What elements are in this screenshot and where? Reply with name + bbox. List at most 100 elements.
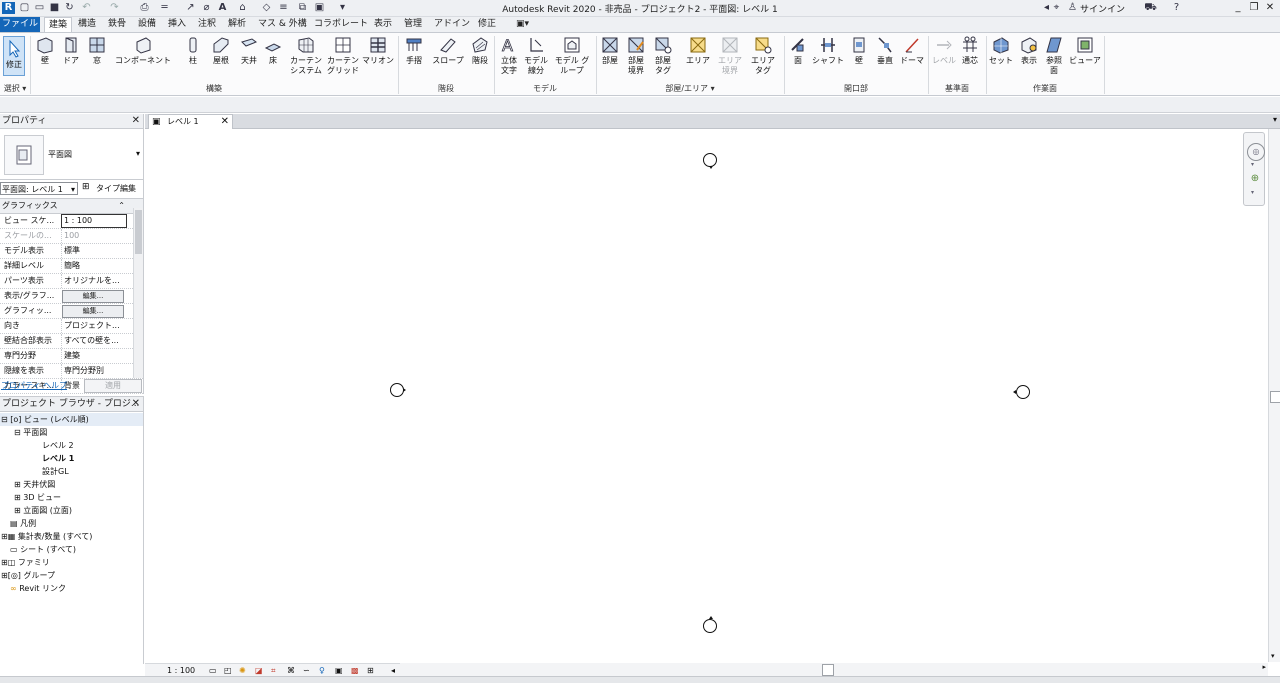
vg-overrides-edit-button[interactable]: 編集... (62, 290, 124, 303)
customize-qat-icon[interactable]: ▾ (336, 2, 349, 14)
chevron-down-icon[interactable]: ▾ (136, 149, 140, 158)
drawing-canvas[interactable] (145, 129, 1268, 662)
room-separator-tool[interactable]: 部屋 境界 (624, 36, 648, 82)
floor-tool[interactable]: 床 (262, 36, 284, 82)
shaft-tool[interactable]: シャフト (810, 36, 846, 82)
expand-icon[interactable]: ⊞ (14, 506, 21, 515)
restore-button[interactable]: ❐ (1246, 1, 1262, 15)
tab-manage[interactable]: 管理 (400, 17, 426, 32)
modify-button[interactable]: 修正 (3, 36, 25, 76)
stair-tool[interactable]: 階段 (468, 36, 492, 82)
vertical-scrollbar[interactable]: ▾ (1268, 129, 1280, 662)
grid-tool[interactable]: 通芯 (958, 36, 982, 82)
minimize-button[interactable]: _ (1230, 1, 1246, 15)
show-work-plane-tool[interactable]: 表示 (1016, 36, 1042, 82)
3d-view-icon[interactable]: ⌂ (236, 2, 249, 14)
aligned-dimension-icon[interactable]: ↗ (184, 2, 197, 14)
railing-tool[interactable]: 手摺 (402, 36, 426, 82)
cart-icon[interactable]: ⛟ (1144, 2, 1157, 14)
tab-file[interactable]: ファイル (0, 17, 40, 32)
section-icon[interactable]: ◇ (260, 2, 273, 14)
tree-node-families[interactable]: ⊞◫ ファミリ (0, 556, 143, 569)
scroll-thumb[interactable] (1270, 391, 1280, 403)
tree-node-groups[interactable]: ⊞[◎] グループ (0, 569, 143, 582)
text-icon[interactable]: A (216, 2, 229, 14)
view-tab-level-1[interactable]: ▣ レベル 1 ✕ (148, 114, 233, 129)
redo-icon[interactable]: ↷ (108, 2, 121, 14)
new-file-icon[interactable]: ▢ (18, 2, 31, 14)
revit-logo-icon[interactable]: R (2, 2, 15, 14)
table-row[interactable]: 壁結合部表示 すべての壁を... (0, 334, 143, 349)
tree-node-floor-plans[interactable]: ⊟ 平面図 (0, 426, 143, 439)
tree-node-legends[interactable]: ▤ 凡例 (0, 517, 143, 530)
tab-collaborate[interactable]: コラボレート (310, 17, 372, 32)
close-icon[interactable]: ✕ (132, 114, 140, 128)
tab-analyze[interactable]: 解析 (224, 17, 250, 32)
wall-opening-tool[interactable]: 壁 (848, 36, 870, 82)
set-work-plane-tool[interactable]: セット (988, 36, 1014, 82)
dormer-tool[interactable]: ドーマ (898, 36, 926, 82)
tree-item-level-2[interactable]: レベル 2 (0, 439, 143, 452)
column-tool[interactable]: 柱 (182, 36, 204, 82)
wall-tool[interactable]: 壁 (34, 36, 56, 82)
elevation-marker-west-icon[interactable] (390, 383, 406, 397)
curtain-grid-tool[interactable]: カーテン グリッド (326, 36, 360, 82)
area-boundary-tool[interactable]: エリア 境界 (716, 36, 744, 82)
undo-icon[interactable]: ↶ (80, 2, 93, 14)
table-row[interactable]: パーツ表示 オリジナルを... (0, 274, 143, 289)
close-icon[interactable]: ✕ (132, 397, 140, 411)
expand-icon[interactable]: ⊞ (1, 558, 8, 567)
reference-plane-tool[interactable]: 参照 面 (1042, 36, 1066, 82)
close-hidden-icon[interactable]: ⧉ (296, 2, 309, 14)
expand-icon[interactable]: ⊞ (14, 480, 21, 489)
tab-overflow-icon[interactable]: ▣▾ (512, 17, 533, 32)
elevation-marker-east-icon[interactable] (1013, 385, 1030, 399)
roof-tool[interactable]: 屋根 (208, 36, 234, 82)
tab-view[interactable]: 表示 (370, 17, 396, 32)
sign-in-link[interactable]: サインイン (1080, 2, 1125, 15)
view-scale-field[interactable]: 1 : 100 (61, 214, 127, 228)
collapse-icon[interactable]: ⊟ (14, 428, 21, 437)
tree-node-schedules[interactable]: ⊞▦ 集計表/数量 (すべて) (0, 530, 143, 543)
tab-steel[interactable]: 鉄骨 (104, 17, 130, 32)
vertical-tool[interactable]: 垂直 (872, 36, 898, 82)
table-row[interactable]: 詳細レベル 簡略 (0, 259, 143, 274)
measure-icon[interactable]: ═ (158, 2, 171, 14)
collapse-icon[interactable]: ⌃ (118, 199, 125, 213)
type-selector[interactable]: 平面図 ▾ (0, 129, 143, 180)
section-graphics[interactable]: グラフィックス ⌃ (0, 199, 143, 214)
level-tool[interactable]: レベル (930, 36, 958, 82)
model-group-tool[interactable]: モデル グループ (553, 36, 591, 82)
tree-node-views[interactable]: ⊟ [o] ビュー (レベル順) (0, 413, 143, 426)
area-tag-tool[interactable]: エリア タグ (748, 36, 778, 82)
properties-scrollbar[interactable] (133, 208, 143, 378)
tab-architecture[interactable]: 建築 (44, 17, 73, 32)
switch-windows-icon[interactable]: ▣ (313, 2, 326, 14)
room-tag-tool[interactable]: 部屋 タグ (650, 36, 676, 82)
tab-addins[interactable]: アドイン (430, 17, 474, 32)
panel-select[interactable]: 選択 ▾ (0, 83, 30, 95)
expand-icon[interactable]: ⊞ (14, 493, 21, 502)
collapse-icon[interactable]: ⊟ (1, 415, 8, 424)
help-icon[interactable]: ? (1170, 2, 1183, 14)
properties-help-link[interactable]: プロパティ ヘルプ (1, 380, 67, 391)
sync-icon[interactable]: ↻ (63, 2, 76, 14)
close-tab-icon[interactable]: ✕ (221, 115, 229, 129)
scroll-thumb[interactable] (135, 210, 142, 254)
tag-icon[interactable]: ⌀ (200, 2, 213, 14)
table-row[interactable]: 専門分野 建築 (0, 349, 143, 364)
graphic-display-edit-button[interactable]: 編集... (62, 305, 124, 318)
tree-node-ceiling-plans[interactable]: ⊞ 天井伏図 (0, 478, 143, 491)
ceiling-tool[interactable]: 天井 (238, 36, 260, 82)
edit-type-button[interactable]: タイプ編集 (96, 183, 136, 194)
mullion-tool[interactable]: マリオン (360, 36, 396, 82)
tab-structure[interactable]: 構造 (74, 17, 100, 32)
tab-modify[interactable]: 修正 (474, 17, 500, 32)
scroll-down-icon[interactable]: ▾ (1271, 652, 1275, 660)
tab-massing-site[interactable]: マス & 外構 (254, 17, 311, 32)
open-icon[interactable]: ▭ (33, 2, 46, 14)
chevron-down-icon[interactable]: ▾ (1251, 189, 1254, 196)
curtain-system-tool[interactable]: カーテン システム (288, 36, 324, 82)
component-tool[interactable]: コンポーネント (112, 36, 174, 82)
table-row[interactable]: 隠線を表示 専門分野別 (0, 364, 143, 379)
